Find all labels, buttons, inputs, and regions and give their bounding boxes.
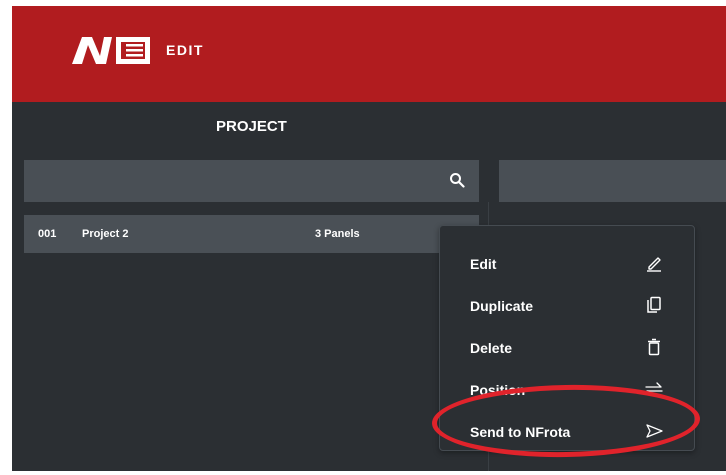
menu-item-send-to-nfrota[interactable]: Send to NFrota [440, 410, 694, 452]
send-icon [646, 424, 663, 438]
search-input[interactable] [24, 160, 479, 202]
pencil-icon [647, 257, 661, 272]
menu-item-duplicate[interactable]: Duplicate [440, 284, 694, 326]
copy-icon [647, 296, 661, 313]
trash-icon [648, 338, 660, 356]
page-title: PROJECT [216, 118, 287, 135]
search-icon[interactable] [449, 172, 465, 188]
swap-arrows-icon [645, 382, 663, 396]
menu-item-label: Position [470, 382, 526, 398]
project-id: 001 [38, 228, 57, 240]
context-menu: Edit Duplicate Delete Position Send to N… [439, 225, 695, 451]
app-title: EDIT [166, 42, 204, 58]
menu-item-position[interactable]: Position [440, 368, 694, 410]
logo [72, 37, 150, 64]
menu-item-delete[interactable]: Delete [440, 326, 694, 368]
menu-item-label: Delete [470, 340, 513, 356]
menu-item-label: Send to NFrota [470, 424, 571, 440]
table-row[interactable]: 001 Project 2 3 Panels [24, 215, 479, 253]
secondary-search-bar[interactable] [499, 160, 726, 202]
menu-item-edit[interactable]: Edit [440, 242, 694, 284]
header: EDIT [12, 6, 726, 102]
menu-item-label: Edit [470, 256, 497, 272]
project-name: Project 2 [82, 228, 129, 240]
project-panels: 3 Panels [315, 228, 360, 240]
app-window: EDIT PROJECT 001 Project 2 3 Panels Edit… [12, 6, 726, 471]
menu-item-label: Duplicate [470, 298, 534, 314]
